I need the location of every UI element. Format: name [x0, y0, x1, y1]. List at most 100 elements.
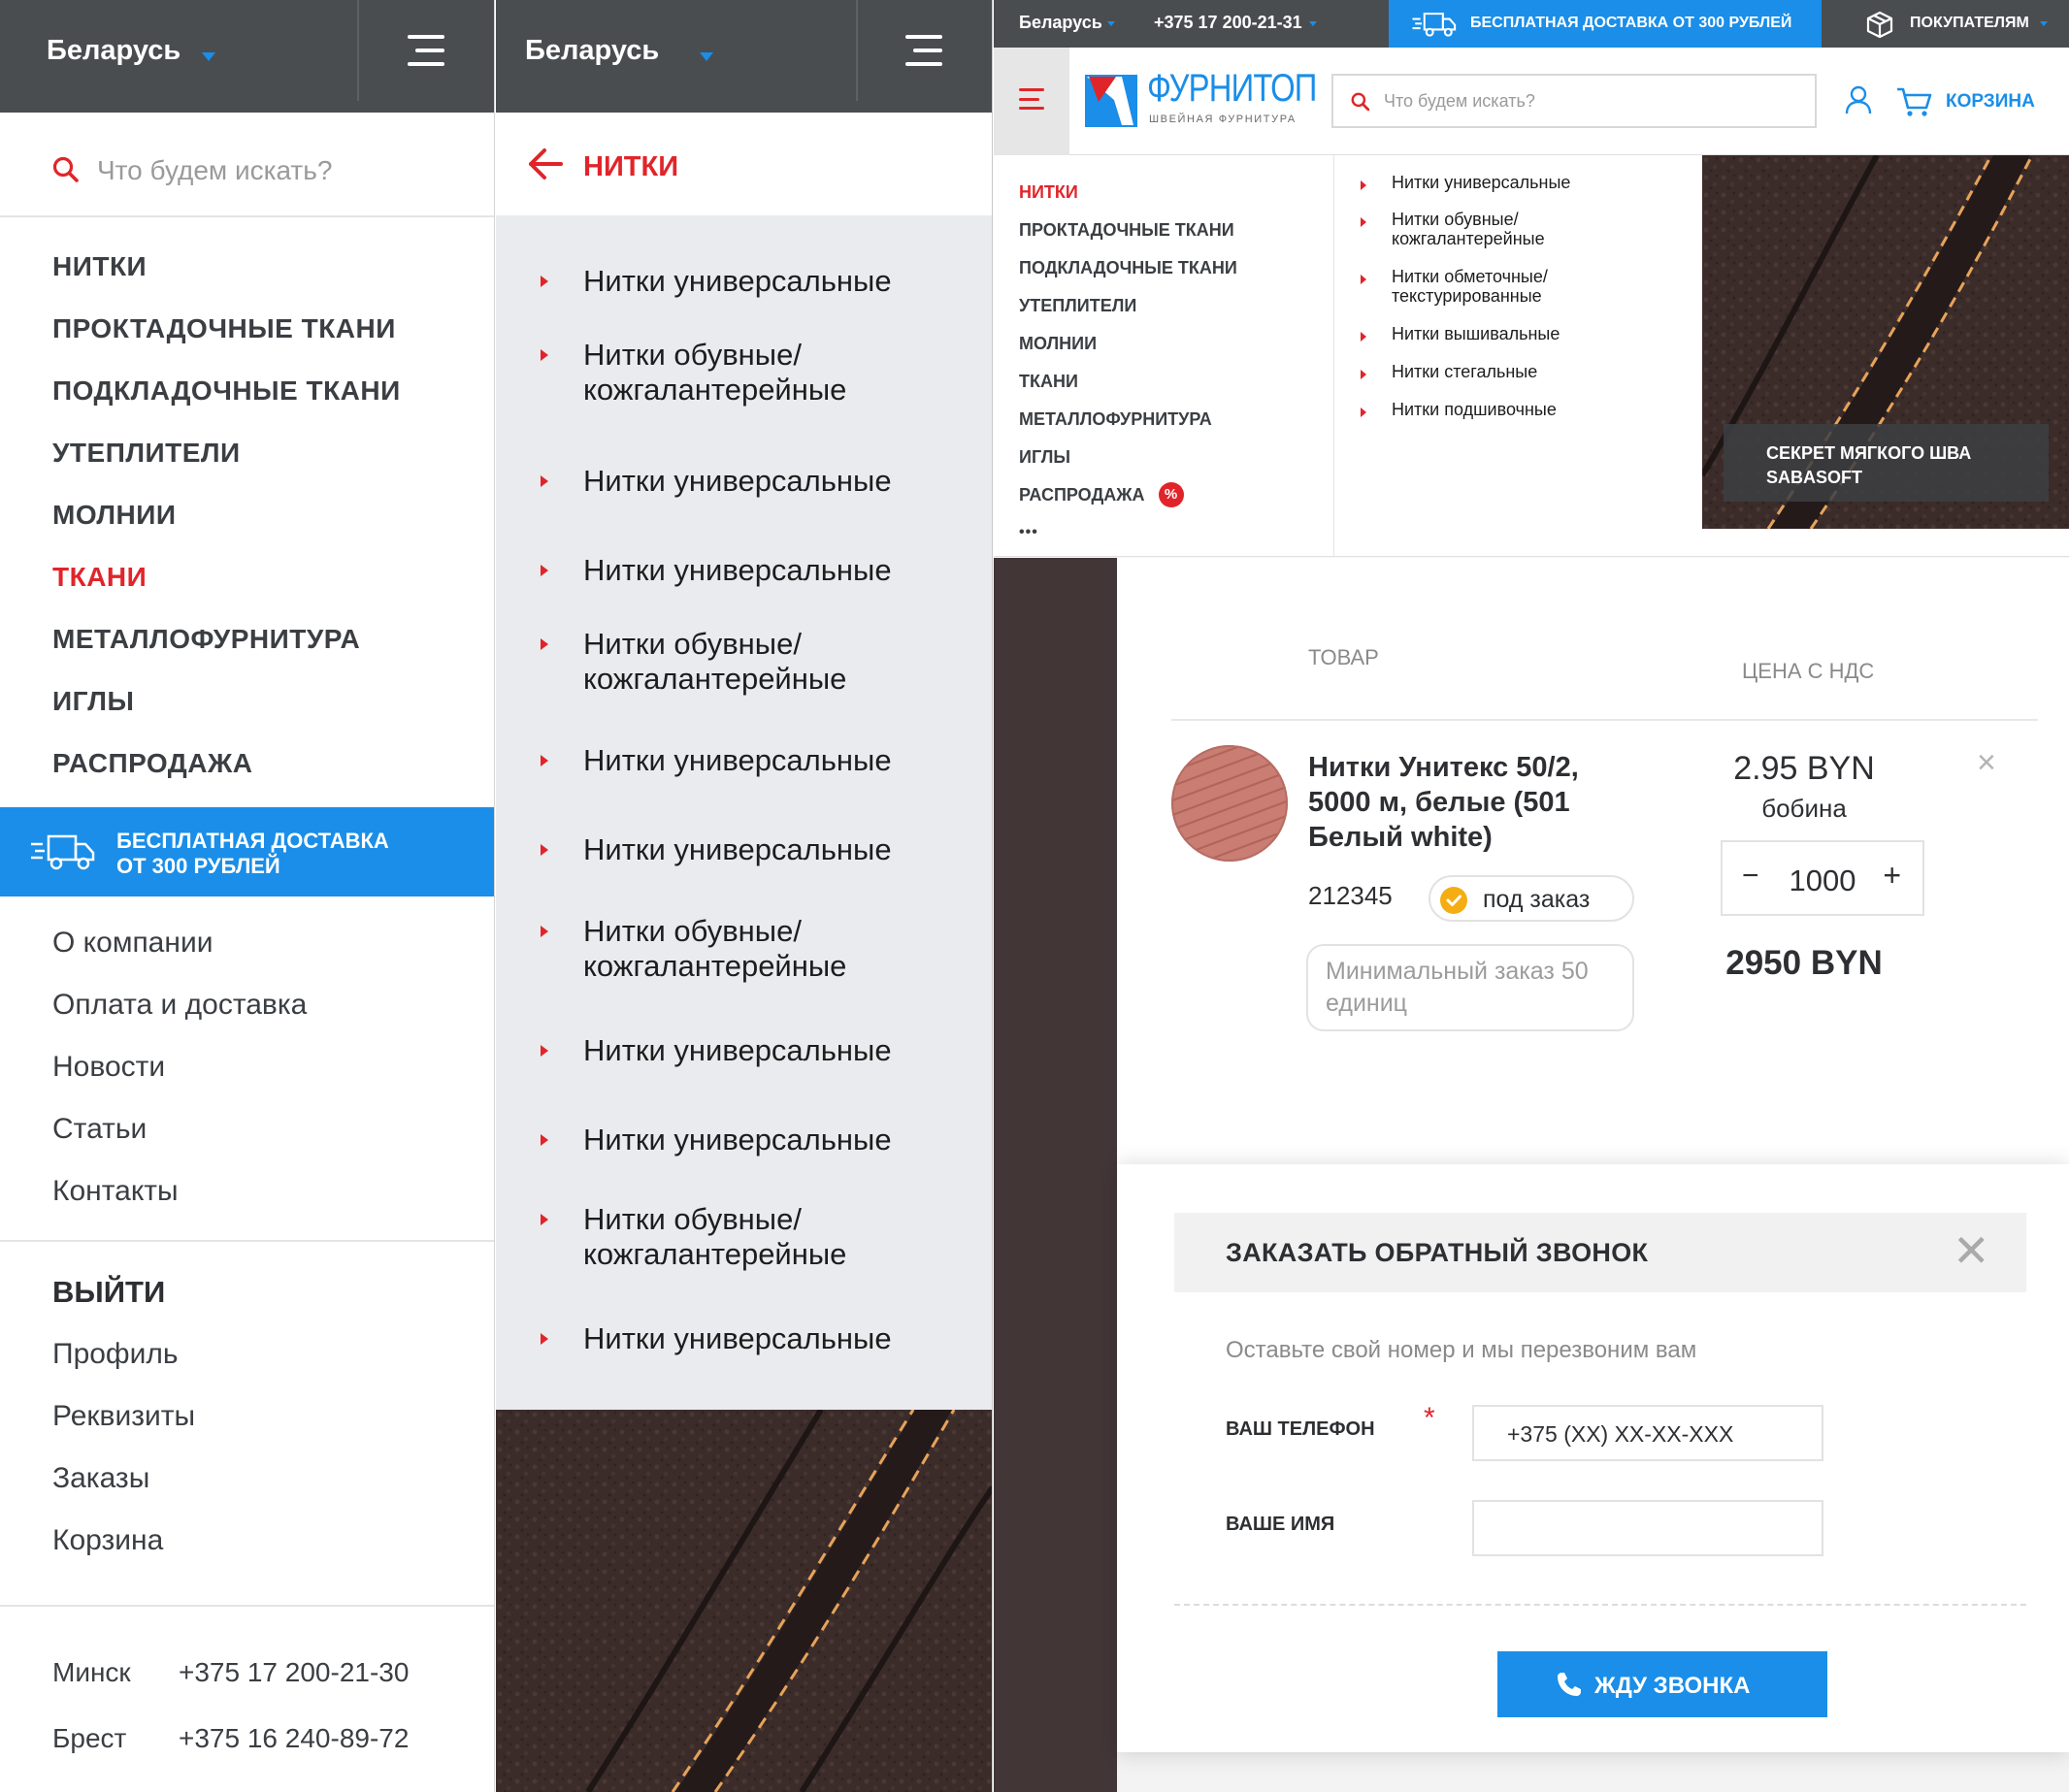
more-categories-button[interactable]: ••• — [1019, 513, 1237, 551]
min-order-text: Минимальный заказ 50 единиц — [1326, 958, 1589, 1017]
phone-field-placeholder: +375 (XX) XX-XX-XXX — [1507, 1421, 1734, 1447]
phone-label: ВАШ ТЕЛЕФОН — [1226, 1418, 1375, 1440]
category-item[interactable]: ПРОКТАДОЧНЫЕ ТКАНИ — [52, 310, 401, 372]
price-unit: бобина — [1761, 794, 1847, 823]
product-thumbnail[interactable] — [1171, 745, 1288, 862]
info-link[interactable]: Новости — [52, 1046, 307, 1108]
cart-link[interactable]: КОРЗИНА — [1946, 91, 2035, 113]
bullet-icon — [541, 349, 548, 361]
mega-category-list: НИТКИ ПРОКТАДОЧНЫЕ ТКАНИ ПОДКЛАДОЧНЫЕ ТК… — [1019, 173, 1237, 551]
request-call-button[interactable]: ЖДУ ЗВОНКА — [1497, 1651, 1827, 1717]
bullet-icon — [541, 844, 548, 856]
region-selector[interactable]: Беларусь — [47, 35, 181, 67]
info-link[interactable]: Контакты — [52, 1170, 307, 1232]
search-placeholder: Что будем искать? — [1384, 91, 1535, 111]
phone-list: Минск +375 17 200-21-30 Брест +375 16 24… — [52, 1657, 409, 1789]
back-arrow-icon[interactable] — [527, 147, 564, 180]
free-delivery-banner[interactable]: БЕСПЛАТНАЯ ДОСТАВКА ОТ 300 РУБЛЕЙ — [0, 807, 494, 896]
logout-link[interactable]: ВЫЙТИ — [52, 1271, 195, 1333]
close-icon[interactable]: ✕ — [1953, 1226, 1990, 1275]
required-mark: * — [1424, 1402, 1435, 1434]
category-item[interactable]: НИТКИ — [52, 247, 401, 310]
unit-price: 2.95 BYN — [1733, 750, 1875, 787]
info-link[interactable]: Статьи — [52, 1108, 307, 1170]
modal-divider — [1174, 1604, 2026, 1606]
box-icon[interactable] — [1865, 11, 1894, 38]
region-dropdown-icon[interactable] — [202, 52, 215, 61]
name-label: ВАШЕ ИМЯ — [1226, 1514, 1335, 1535]
mega-menu: НИТКИ ПРОКТАДОЧНЫЕ ТКАНИ ПОДКЛАДОЧНЫЕ ТК… — [994, 155, 2069, 557]
info-links: О компании Оплата и доставка Новости Ста… — [52, 922, 307, 1232]
mega-category[interactable]: ИГЛЫ — [1019, 438, 1237, 475]
promo-line-2: SABASOFT — [1766, 468, 1862, 487]
phone-field[interactable]: +375 (XX) XX-XX-XXX — [1472, 1405, 1823, 1461]
region-dropdown-icon[interactable] — [1107, 21, 1115, 26]
category-list: НИТКИ ПРОКТАДОЧНЫЕ ТКАНИ ПОДКЛАДОЧНЫЕ ТК… — [52, 247, 401, 806]
cart-icon[interactable] — [1896, 86, 1933, 117]
submenu-title-bar[interactable]: НИТКИ — [496, 113, 992, 215]
increase-quantity-button[interactable]: + — [1883, 858, 1901, 894]
remove-item-icon[interactable]: × — [1977, 744, 1996, 782]
search-icon[interactable] — [1351, 92, 1370, 112]
mega-category[interactable]: ПОДКЛАДОЧНЫЕ ТКАНИ — [1019, 248, 1237, 286]
mega-category[interactable]: РАСПРОДАЖА% — [1019, 475, 1237, 513]
phone-number[interactable]: +375 16 240-89-72 — [179, 1723, 409, 1789]
phone-row: Минск +375 17 200-21-30 — [52, 1657, 409, 1723]
menu-icon[interactable] — [408, 35, 444, 66]
mobile-menu-panel: Беларусь Что будем искать? НИТКИ ПРОКТАД… — [0, 0, 495, 1792]
mega-category-active[interactable]: НИТКИ — [1019, 173, 1237, 211]
modal-hint: Оставьте свой номер и мы перезвоним вам — [1226, 1337, 1697, 1363]
category-item[interactable]: УТЕПЛИТЕЛИ — [52, 434, 401, 496]
mega-category[interactable]: УТЕПЛИТЕЛИ — [1019, 286, 1237, 324]
category-item[interactable]: ПОДКЛАДОЧНЫЕ ТКАНИ — [52, 372, 401, 434]
user-icon[interactable] — [1845, 85, 1872, 114]
menu-icon[interactable] — [905, 35, 942, 66]
region-dropdown-icon[interactable] — [700, 52, 713, 61]
promo-caption[interactable]: СЕКРЕТ МЯГКОГО ШВА SABASOFT — [1724, 424, 2049, 502]
region-selector[interactable]: Беларусь — [1019, 13, 1102, 33]
buyers-dropdown-icon[interactable] — [2040, 21, 2048, 26]
account-link[interactable]: Профиль — [52, 1333, 195, 1395]
mega-category[interactable]: ПРОКТАДОЧНЫЕ ТКАНИ — [1019, 211, 1237, 248]
region-selector[interactable]: Беларусь — [525, 35, 659, 67]
free-delivery-text: БЕСПЛАТНАЯ ДОСТАВКА ОТ 300 РУБЛЕЙ — [1470, 15, 1792, 31]
account-link[interactable]: Корзина — [52, 1519, 195, 1581]
name-field[interactable] — [1472, 1500, 1823, 1556]
catalog-menu-button[interactable] — [994, 48, 1069, 155]
decrease-quantity-button[interactable]: − — [1742, 860, 1759, 893]
divider — [0, 1240, 494, 1242]
category-item[interactable]: ИГЛЫ — [52, 682, 401, 744]
mobile-header: Беларусь — [496, 0, 992, 113]
buyers-menu[interactable]: ПОКУПАТЕЛЯМ — [1910, 15, 2029, 32]
category-item[interactable]: МОЛНИИ — [52, 496, 401, 558]
divider — [0, 1605, 494, 1607]
header-separator — [856, 0, 858, 101]
phone-dropdown-icon[interactable] — [1309, 21, 1317, 26]
product-sku: 212345 — [1308, 881, 1393, 910]
mega-category[interactable]: МЕТАЛЛОФУРНИТУРА — [1019, 400, 1237, 438]
account-link[interactable]: Реквизиты — [52, 1395, 195, 1457]
search-icon[interactable] — [52, 156, 80, 183]
header-phone[interactable]: +375 17 200-21-31 — [1154, 13, 1302, 33]
mega-category[interactable]: ТКАНИ — [1019, 362, 1237, 400]
account-link[interactable]: Заказы — [52, 1457, 195, 1519]
min-order-note: Минимальный заказ 50 единиц — [1306, 944, 1634, 1031]
category-item[interactable]: РАСПРОДАЖА — [52, 744, 401, 806]
product-name[interactable]: Нитки Унитекс 50/2, 5000 м, белые (501 Б… — [1308, 750, 1638, 855]
menu-icon[interactable] — [1019, 88, 1044, 110]
bullet-icon — [541, 926, 548, 937]
bullet-icon — [541, 755, 548, 766]
phone-number[interactable]: +375 17 200-21-30 — [179, 1657, 409, 1723]
free-delivery-banner[interactable]: БЕСПЛАТНАЯ ДОСТАВКА ОТ 300 РУБЛЕЙ — [1389, 0, 1822, 48]
category-item[interactable]: МЕТАЛЛОФУРНИТУРА — [52, 620, 401, 682]
category-item-active[interactable]: ТКАНИ — [52, 558, 401, 620]
info-link[interactable]: О компании — [52, 922, 307, 984]
info-link[interactable]: Оплата и доставка — [52, 984, 307, 1046]
bullet-icon — [1361, 407, 1366, 417]
logo-name: ФУРНИТОП — [1147, 67, 1317, 110]
desktop-panel: Беларусь +375 17 200-21-31 БЕСПЛАТНАЯ ДО… — [994, 0, 2069, 1792]
mega-category[interactable]: МОЛНИИ — [1019, 324, 1237, 362]
search-input[interactable]: Что будем искать? — [97, 155, 332, 186]
search-input[interactable]: Что будем искать? — [1331, 74, 1817, 128]
modal-title: ЗАКАЗАТЬ ОБРАТНЫЙ ЗВОНОК — [1226, 1238, 1649, 1267]
